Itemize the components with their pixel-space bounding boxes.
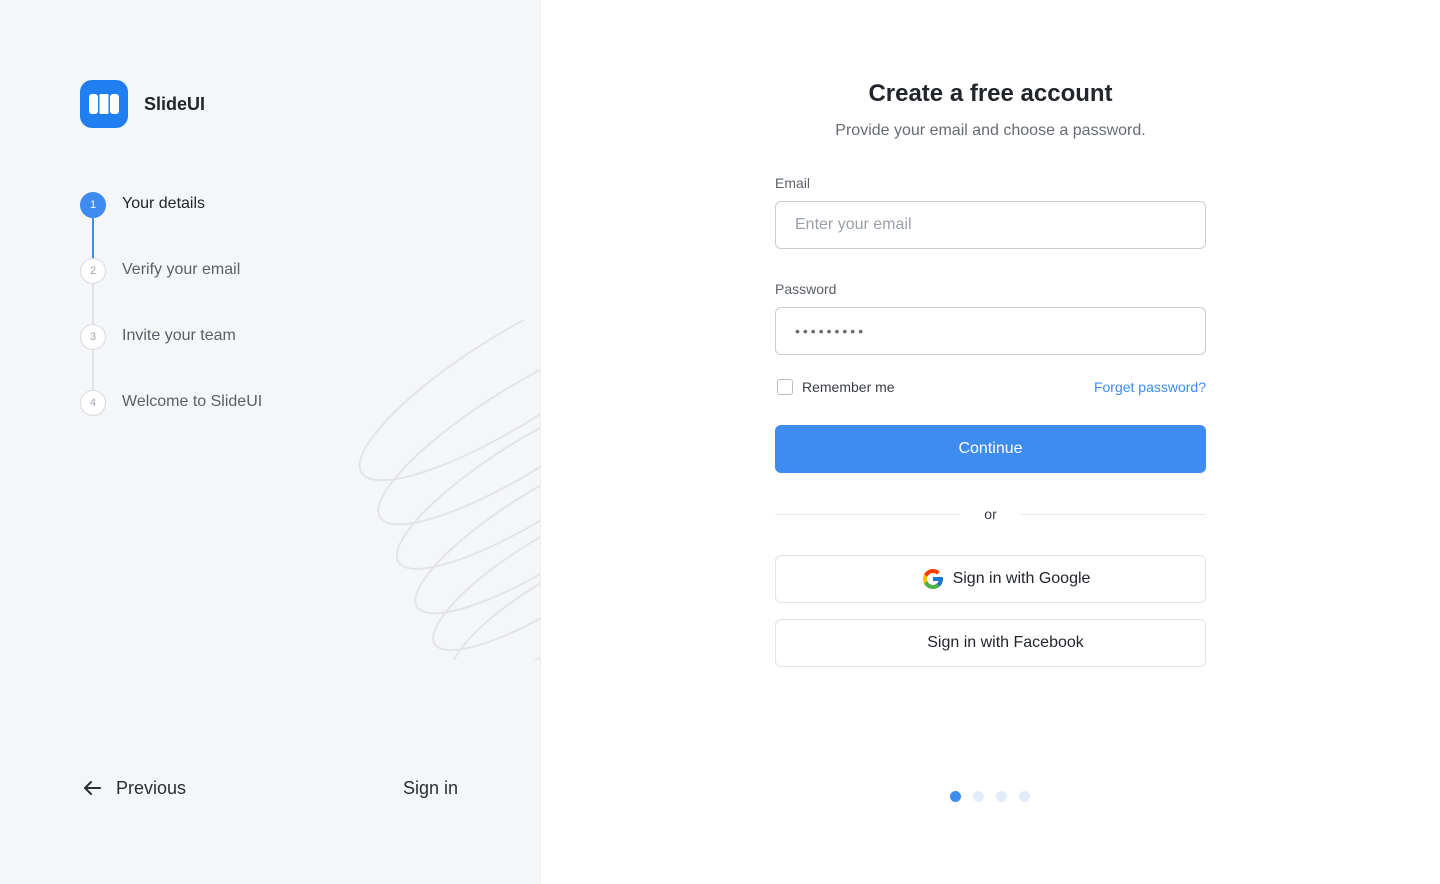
divider-line xyxy=(1020,513,1207,515)
remember-me[interactable]: Remember me xyxy=(775,379,895,395)
previous-label: Previous xyxy=(116,777,187,798)
remember-row: Remember me Forget password? xyxy=(775,379,1206,395)
remember-label: Remember me xyxy=(802,379,895,395)
previous-button[interactable]: Previous xyxy=(80,776,186,800)
step-welcome[interactable]: 4 Welcome to SlideUI xyxy=(80,390,262,456)
step-number: 2 xyxy=(80,258,106,284)
password-field[interactable] xyxy=(775,307,1206,355)
google-icon xyxy=(922,569,943,589)
step-label: Verify your email xyxy=(122,261,241,278)
step-connector xyxy=(92,350,94,390)
pagination-dots xyxy=(950,791,1030,802)
step-connector xyxy=(92,218,94,258)
stepper: 1 Your details 2 Verify your email 3 Inv… xyxy=(80,192,262,456)
continue-button[interactable]: Continue xyxy=(775,425,1206,473)
sign-in-link[interactable]: Sign in xyxy=(403,778,458,799)
arrow-left-icon xyxy=(84,781,101,795)
step-number: 1 xyxy=(80,192,106,218)
google-signin-label: Sign in with Google xyxy=(952,570,1091,587)
step-connector xyxy=(92,284,94,324)
step-number: 4 xyxy=(80,390,106,416)
pagination-dot-1[interactable] xyxy=(950,791,961,802)
remember-checkbox[interactable] xyxy=(777,379,793,395)
step-verify-email[interactable]: 2 Verify your email xyxy=(80,258,262,324)
pagination-dot-4[interactable] xyxy=(1019,791,1030,802)
step-your-details[interactable]: 1 Your details xyxy=(80,192,262,258)
google-signin-button[interactable]: Sign in with Google xyxy=(775,555,1206,603)
pagination-dot-3[interactable] xyxy=(996,791,1007,802)
signup-form: Create a free account Provide your email… xyxy=(775,80,1207,667)
slideui-logo-icon xyxy=(80,80,128,128)
step-label: Welcome to SlideUI xyxy=(122,393,263,410)
brand-name: SlideUI xyxy=(144,93,206,114)
page-subtitle: Provide your email and choose a password… xyxy=(835,122,1146,139)
forgot-password-link[interactable]: Forget password? xyxy=(1094,379,1206,395)
pagination-dot-2[interactable] xyxy=(973,791,984,802)
divider-line xyxy=(775,513,961,515)
facebook-signin-label: Sign in with Facebook xyxy=(927,634,1084,651)
left-panel: SlideUI 1 Your details 2 Verify your ema… xyxy=(0,0,541,884)
page-title: Create a free account xyxy=(868,80,1113,107)
step-label: Your details xyxy=(122,195,206,212)
password-label: Password xyxy=(775,281,837,297)
facebook-signin-button[interactable]: Sign in with Facebook xyxy=(775,619,1206,667)
decorative-scribble xyxy=(358,320,540,660)
step-invite-team[interactable]: 3 Invite your team xyxy=(80,324,262,390)
or-divider: or xyxy=(775,506,1207,522)
or-text: or xyxy=(984,506,997,522)
step-number: 3 xyxy=(80,324,106,350)
email-label: Email xyxy=(775,175,811,191)
email-field[interactable] xyxy=(775,201,1206,249)
step-label: Invite your team xyxy=(122,327,236,344)
brand: SlideUI xyxy=(80,80,205,128)
